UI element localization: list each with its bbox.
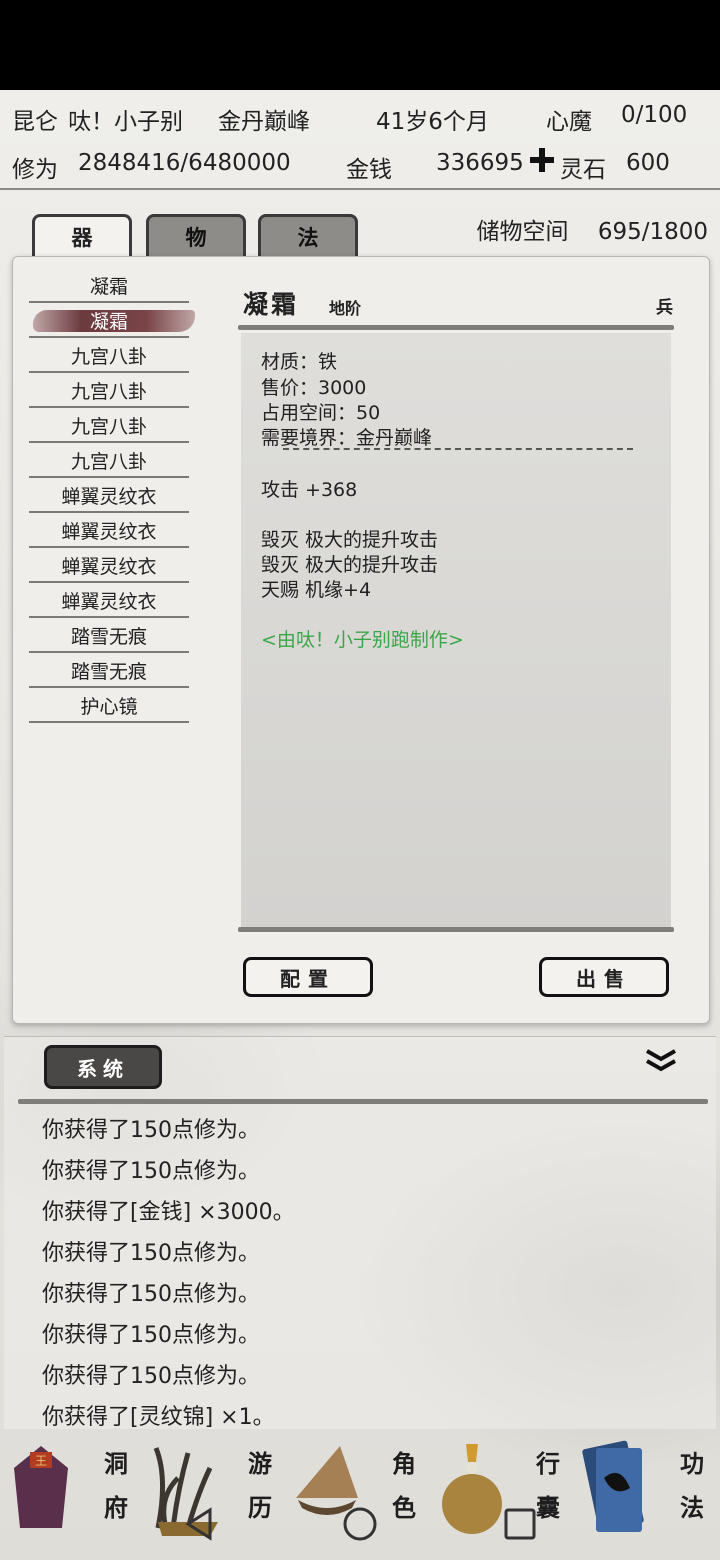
item-label: 蝉翼灵纹衣 [61,520,157,543]
item-label: 九宫八卦 [70,415,147,438]
cultivation-value: 2848416/6480000 [78,150,291,176]
home-icon[interactable] [340,1504,380,1544]
log-line: 你获得了150点修为。 [42,1363,260,1389]
item-price: 售价：3000 [261,377,367,399]
log-line: 你获得了[金钱] ×3000。 [42,1199,295,1225]
header-row-2: 修为 2848416/6480000 金钱 336695 灵石 600 [0,142,720,186]
inventory-panel: 凝霜 凝霜 九宫八卦 九宫八卦 九宫八卦 九宫八卦 蝉翼灵纹衣 蝉翼灵纹衣 蝉翼… [12,256,710,1024]
add-money-icon[interactable] [528,146,556,180]
cultivation-label: 修为 [12,157,58,183]
log-line: 你获得了150点修为。 [42,1240,260,1266]
back-icon[interactable] [180,1504,220,1544]
item-label: 蝉翼灵纹衣 [61,555,157,578]
demon-value: 0/100 [621,102,688,128]
list-item[interactable]: 九宫八卦 [29,444,189,478]
system-log-panel: 系统 你获得了150点修为。 你获得了150点修为。 你获得了[金钱] ×300… [4,1036,716,1430]
item-label: 九宫八卦 [70,345,147,368]
item-label: 凝霜 [89,275,128,298]
list-item[interactable]: 护心镜 [29,689,189,723]
storage-info: 储物空间 695/1800 [477,212,709,246]
item-grade: 地阶 [329,299,362,318]
detail-top-divider [238,325,674,330]
log-line: 你获得了150点修为。 [42,1158,260,1184]
sell-button[interactable]: 出售 [539,957,669,997]
list-item[interactable]: 蝉翼灵纹衣 [29,479,189,513]
list-item[interactable]: 九宫八卦 [29,374,189,408]
item-label: 护心镜 [80,695,138,718]
collapse-icon[interactable] [644,1047,678,1075]
list-item[interactable]: 踏雪无痕 [29,619,189,653]
age: 41岁6个月 [376,109,489,135]
list-item[interactable]: 九宫八卦 [29,339,189,373]
list-item[interactable]: 踏雪无痕 [29,654,189,688]
item-effect-1: 毁灭 极大的提升攻击 [261,529,439,551]
equip-button[interactable]: 配置 [243,957,373,997]
tab-items[interactable]: 物 [146,214,246,256]
list-item[interactable]: 蝉翼灵纹衣 [29,549,189,583]
realm: 金丹巅峰 [218,109,310,135]
item-label: 蝉翼灵纹衣 [61,590,157,613]
header-divider [0,188,720,190]
nav-label-top: 角 [392,1450,416,1478]
item-label: 踏雪无痕 [70,660,147,683]
log-line: 你获得了150点修为。 [42,1322,260,1348]
spirit-stone-value: 600 [626,150,670,176]
item-effect-3: 天赐 机缘+4 [261,579,372,601]
nav-label-top: 洞 [104,1450,128,1478]
item-material: 材质：铁 [261,351,338,373]
item-effect-2: 毁灭 极大的提升攻击 [261,554,439,576]
item-space: 占用空间：50 [261,402,381,424]
tab-techniques[interactable]: 法 [258,214,358,256]
item-list: 凝霜 凝霜 九宫八卦 九宫八卦 九宫八卦 九宫八卦 蝉翼灵纹衣 蝉翼灵纹衣 蝉翼… [29,269,195,724]
money-label: 金钱 [346,157,392,183]
item-maker: <由呔！小子别跑制作> [261,629,464,651]
spirit-stone-label: 灵石 [560,157,606,183]
header-row-1: 昆仑 呔！小子别 金丹巅峰 41岁6个月 心魔 0/100 [0,94,720,138]
nav-label-top: 行 [536,1450,560,1478]
item-label: 九宫八卦 [70,380,147,403]
system-nav-bar [0,1490,720,1560]
item-label: 踏雪无痕 [70,625,147,648]
nav-label-top: 功 [680,1450,704,1478]
log-line: 你获得了150点修为。 [42,1281,260,1307]
nav-label-top: 游 [248,1450,272,1478]
item-label: 凝霜 [89,310,128,333]
item-attack: 攻击 +368 [261,479,358,501]
list-item[interactable]: 九宫八卦 [29,409,189,443]
money-value: 336695 [436,150,524,176]
list-item[interactable]: 蝉翼灵纹衣 [29,514,189,548]
demon-label: 心魔 [546,109,592,135]
player-name: 呔！小子别 [68,109,183,135]
status-bar [0,0,720,90]
storage-value: 695/1800 [597,219,708,245]
log-line: 你获得了150点修为。 [42,1117,260,1143]
detail-dashed-divider [283,448,633,450]
item-label: 蝉翼灵纹衣 [61,485,157,508]
tab-system-log[interactable]: 系统 [44,1045,162,1089]
item-name: 凝霜 [243,290,300,319]
item-realm-requirement: 需要境界：金丹巅峰 [261,427,433,449]
detail-bottom-divider [238,927,674,932]
location: 昆仑 [12,109,58,135]
log-line: 你获得了[灵纹锦] ×1。 [42,1404,275,1430]
item-type: 兵 [656,298,673,318]
svg-text:王: 王 [35,1454,47,1468]
storage-label: 储物空间 [476,219,569,245]
item-label: 九宫八卦 [70,450,147,473]
log-divider [18,1099,708,1104]
list-item[interactable]: 蝉翼灵纹衣 [29,584,189,618]
item-detail-box: 材质：铁 售价：3000 占用空间：50 需要境界：金丹巅峰 攻击 +368 毁… [241,333,671,927]
list-item-selected[interactable]: 凝霜 [29,304,195,338]
recents-icon[interactable] [500,1504,540,1544]
list-item[interactable]: 凝霜 [29,269,189,303]
tab-equipment[interactable]: 器 [32,214,132,256]
log-lines: 你获得了150点修为。 你获得了150点修为。 你获得了[金钱] ×3000。 … [42,1107,295,1435]
